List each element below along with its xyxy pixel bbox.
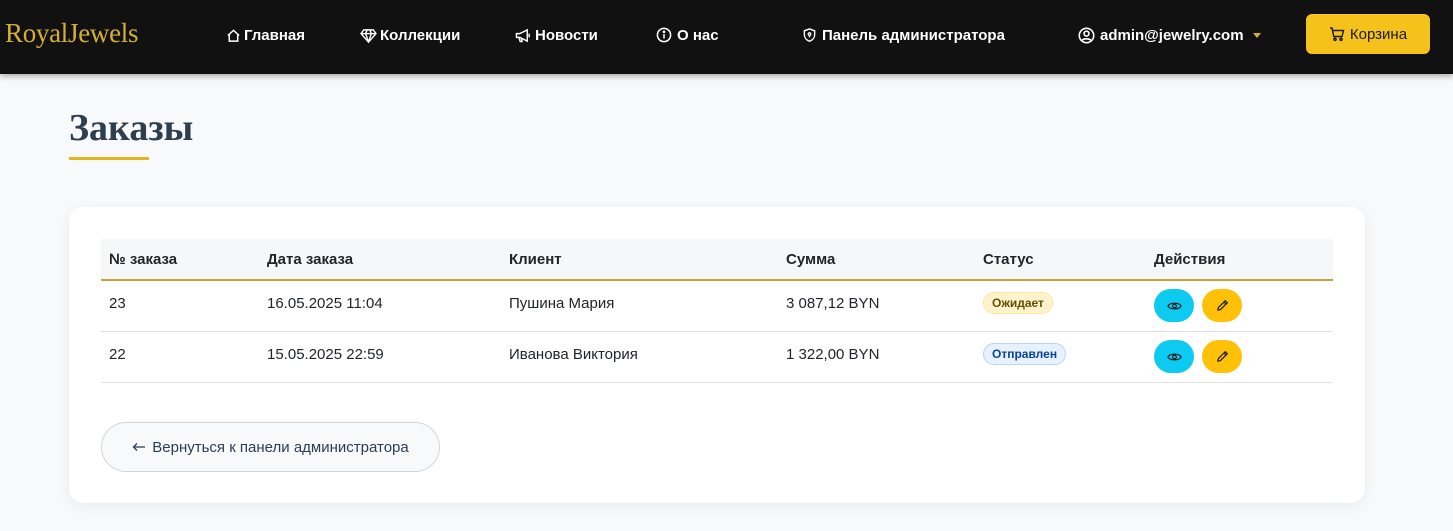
nav-link-home[interactable]: Главная: [226, 24, 305, 46]
order-date: 15.05.2025 22:59: [267, 346, 384, 363]
title-underline: [69, 157, 149, 160]
header-order-date: Дата заказа: [267, 251, 354, 268]
nav-link-news-label: Новости: [535, 26, 598, 44]
info-circle-icon: [656, 27, 672, 43]
table-row: 23 16.05.2025 11:04 Пушина Мария 3 087,1…: [101, 281, 1333, 332]
header-status: Статус: [983, 251, 1034, 268]
user-email: admin@jewelry.com: [1100, 26, 1244, 44]
status-badge: Отправлен: [983, 343, 1067, 365]
view-order-button[interactable]: [1154, 289, 1194, 322]
megaphone-icon: [515, 28, 530, 42]
pencil-icon: [1216, 350, 1228, 362]
nav-link-news[interactable]: Новости: [515, 24, 598, 46]
user-dropdown[interactable]: admin@jewelry.com: [1078, 24, 1261, 46]
back-to-admin-button[interactable]: Вернуться к панели администратора: [101, 422, 440, 472]
order-client: Пушина Мария: [509, 295, 615, 312]
order-sum: 3 087,12 BYN: [786, 295, 880, 312]
view-order-button[interactable]: [1154, 340, 1194, 373]
user-circle-icon: [1078, 26, 1095, 44]
order-id: 23: [109, 295, 126, 312]
arrow-left-icon: [132, 443, 146, 451]
cart-button-label: Корзина: [1349, 25, 1408, 43]
nav-link-about[interactable]: О нас: [656, 24, 719, 46]
orders-table: № заказа Дата заказа Клиент Сумма Статус…: [101, 239, 1333, 383]
edit-order-button[interactable]: [1202, 289, 1242, 322]
nav-link-collections-label: Коллекции: [380, 26, 461, 44]
edit-order-button[interactable]: [1202, 340, 1242, 373]
top-navbar: RoyalJewels Главная Коллекции Новости О …: [0, 0, 1453, 74]
order-sum: 1 322,00 BYN: [786, 346, 880, 363]
header-sum: Сумма: [786, 251, 836, 268]
order-id: 22: [109, 346, 126, 363]
nav-link-admin-panel-label: Панель администратора: [822, 26, 1005, 44]
table-row: 22 15.05.2025 22:59 Иванова Виктория 1 3…: [101, 332, 1333, 383]
order-date: 16.05.2025 11:04: [267, 295, 383, 312]
eye-icon: [1166, 353, 1182, 360]
eye-icon: [1166, 302, 1182, 309]
header-client: Клиент: [509, 251, 562, 268]
nav-link-admin-panel[interactable]: Панель администратора: [802, 24, 1005, 46]
pencil-icon: [1216, 299, 1228, 311]
header-order-number: № заказа: [109, 251, 178, 268]
shield-icon: [803, 28, 816, 43]
back-button-label: Вернуться к панели администратора: [152, 438, 409, 456]
chevron-down-icon: [1252, 32, 1261, 38]
nav-link-about-label: О нас: [677, 26, 719, 44]
order-client: Иванова Виктория: [509, 346, 638, 363]
page-title: Заказы: [69, 107, 194, 149]
orders-card: № заказа Дата заказа Клиент Сумма Статус…: [69, 207, 1365, 503]
house-icon: [227, 28, 240, 42]
status-badge: Ожидает: [983, 292, 1053, 314]
cart-icon: [1329, 27, 1345, 42]
nav-link-home-label: Главная: [244, 26, 306, 44]
cart-button[interactable]: Корзина: [1306, 14, 1430, 54]
table-header: № заказа Дата заказа Клиент Сумма Статус…: [101, 239, 1333, 281]
nav-link-collections[interactable]: Коллекции: [360, 24, 460, 46]
brand-logo[interactable]: RoyalJewels: [5, 18, 138, 49]
header-actions: Действия: [1154, 251, 1226, 268]
gem-icon: [360, 28, 377, 43]
